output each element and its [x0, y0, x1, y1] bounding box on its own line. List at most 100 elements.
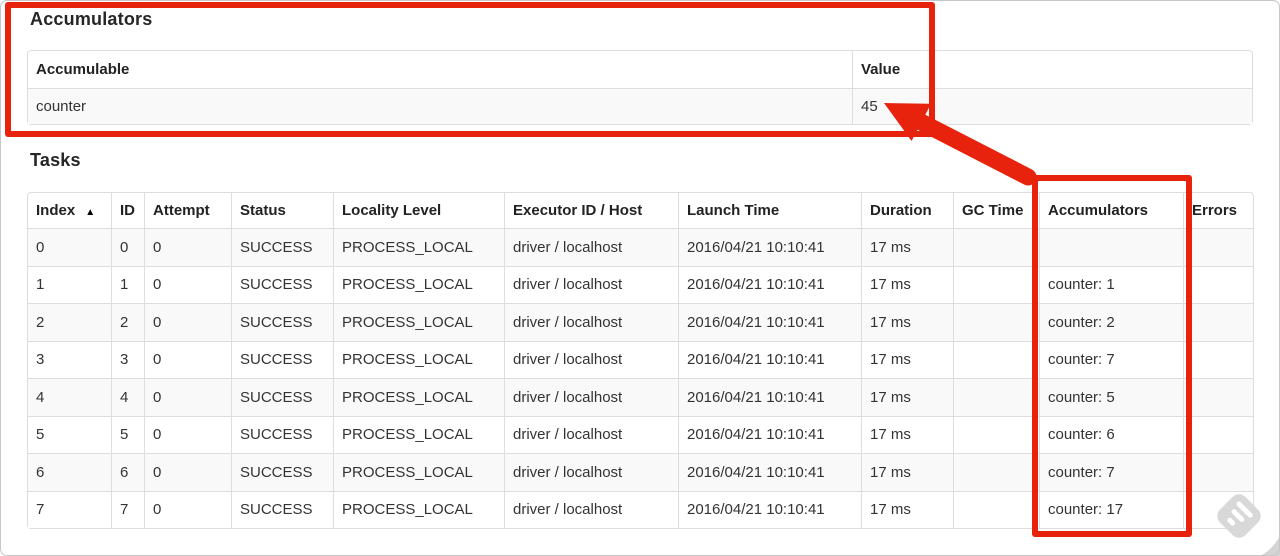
cell-launch-time: 2016/04/21 10:10:41 — [678, 415, 861, 453]
cell-accumulators: counter: 2 — [1039, 303, 1183, 341]
cell-accumulable-value: 45 — [852, 88, 1252, 124]
cell-errors — [1183, 340, 1253, 378]
cell-index: 0 — [28, 228, 111, 266]
cell-executor-id-host: driver / localhost — [504, 340, 678, 378]
cell-id: 0 — [111, 228, 144, 266]
cell-attempt: 0 — [144, 303, 231, 341]
cell-accumulators: counter: 7 — [1039, 453, 1183, 491]
cell-duration: 17 ms — [861, 265, 953, 303]
column-header-accumulable[interactable]: Accumulable — [28, 51, 852, 88]
cell-duration: 17 ms — [861, 415, 953, 453]
cell-errors — [1183, 265, 1253, 303]
cell-errors — [1183, 415, 1253, 453]
cell-launch-time: 2016/04/21 10:10:41 — [678, 228, 861, 266]
cell-errors — [1183, 490, 1253, 528]
column-header-id[interactable]: ID — [111, 193, 144, 228]
table-row: 4 4 0 SUCCESS PROCESS_LOCAL driver / loc… — [28, 378, 1253, 416]
cell-executor-id-host: driver / localhost — [504, 303, 678, 341]
cell-duration: 17 ms — [861, 490, 953, 528]
cell-attempt: 0 — [144, 415, 231, 453]
cell-accumulators: counter: 6 — [1039, 415, 1183, 453]
cell-gc-time — [953, 490, 1039, 528]
cell-gc-time — [953, 340, 1039, 378]
cell-gc-time — [953, 378, 1039, 416]
column-header-locality-level[interactable]: Locality Level — [333, 193, 504, 228]
cell-index: 4 — [28, 378, 111, 416]
cell-status: SUCCESS — [231, 228, 333, 266]
accumulable-table-header-row: Accumulable Value — [28, 51, 1252, 88]
cell-status: SUCCESS — [231, 303, 333, 341]
cell-launch-time: 2016/04/21 10:10:41 — [678, 265, 861, 303]
tasks-table-header-row: Index ▲ ID Attempt Status Locality Level … — [28, 193, 1253, 228]
cell-locality-level: PROCESS_LOCAL — [333, 303, 504, 341]
cell-id: 7 — [111, 490, 144, 528]
accumulable-table: Accumulable Value counter 45 — [27, 50, 1253, 125]
cell-errors — [1183, 303, 1253, 341]
cell-locality-level: PROCESS_LOCAL — [333, 415, 504, 453]
cell-executor-id-host: driver / localhost — [504, 453, 678, 491]
column-header-value[interactable]: Value — [852, 51, 1252, 88]
column-header-errors[interactable]: Errors — [1183, 193, 1253, 228]
cell-index: 5 — [28, 415, 111, 454]
cell-locality-level: PROCESS_LOCAL — [333, 340, 504, 378]
column-header-index[interactable]: Index ▲ — [28, 193, 111, 228]
cell-attempt: 0 — [144, 228, 231, 266]
cell-executor-id-host: driver / localhost — [504, 265, 678, 303]
cell-id: 2 — [111, 303, 144, 341]
cell-gc-time — [953, 265, 1039, 303]
table-row: 1 1 0 SUCCESS PROCESS_LOCAL driver / loc… — [28, 265, 1253, 304]
cell-launch-time: 2016/04/21 10:10:41 — [678, 303, 861, 341]
table-row: 3 3 0 SUCCESS PROCESS_LOCAL driver / loc… — [28, 340, 1253, 379]
cell-locality-level: PROCESS_LOCAL — [333, 228, 504, 266]
cell-attempt: 0 — [144, 378, 231, 416]
corner-watermark-fragment-icon — [1260, 536, 1280, 556]
cell-id: 5 — [111, 415, 144, 453]
cell-attempt: 0 — [144, 265, 231, 303]
cell-id: 3 — [111, 340, 144, 378]
cell-accumulators: counter: 1 — [1039, 265, 1183, 303]
cell-attempt: 0 — [144, 453, 231, 491]
cell-accumulators: counter: 17 — [1039, 490, 1183, 528]
table-row: 0 0 0 SUCCESS PROCESS_LOCAL driver / loc… — [28, 228, 1253, 266]
cell-launch-time: 2016/04/21 10:10:41 — [678, 490, 861, 528]
cell-accumulators: counter: 7 — [1039, 340, 1183, 378]
column-header-accumulators[interactable]: Accumulators — [1039, 193, 1183, 228]
cell-attempt: 0 — [144, 340, 231, 378]
cell-index: 7 — [28, 490, 111, 529]
cell-index: 3 — [28, 340, 111, 379]
cell-index: 6 — [28, 453, 111, 491]
cell-status: SUCCESS — [231, 453, 333, 491]
cell-launch-time: 2016/04/21 10:10:41 — [678, 340, 861, 378]
column-header-attempt[interactable]: Attempt — [144, 193, 231, 228]
column-header-executor-id-host[interactable]: Executor ID / Host — [504, 193, 678, 228]
column-header-duration[interactable]: Duration — [861, 193, 953, 228]
column-header-status[interactable]: Status — [231, 193, 333, 228]
tasks-table: Index ▲ ID Attempt Status Locality Level … — [27, 192, 1254, 529]
cell-index: 1 — [28, 265, 111, 304]
cell-gc-time — [953, 453, 1039, 491]
cell-index: 2 — [28, 303, 111, 341]
cell-executor-id-host: driver / localhost — [504, 378, 678, 416]
cell-id: 6 — [111, 453, 144, 491]
cell-launch-time: 2016/04/21 10:10:41 — [678, 453, 861, 491]
tasks-section-title: Tasks — [30, 150, 81, 170]
cell-errors — [1183, 228, 1253, 266]
cell-accumulators: counter: 5 — [1039, 378, 1183, 416]
cell-locality-level: PROCESS_LOCAL — [333, 378, 504, 416]
cell-executor-id-host: driver / localhost — [504, 490, 678, 528]
cell-id: 1 — [111, 265, 144, 303]
table-row: 5 5 0 SUCCESS PROCESS_LOCAL driver / loc… — [28, 415, 1253, 454]
cell-status: SUCCESS — [231, 490, 333, 528]
column-header-gc-time[interactable]: GC Time — [953, 193, 1039, 228]
column-header-launch-time[interactable]: Launch Time — [678, 193, 861, 228]
accumulators-section-title: Accumulators — [30, 9, 153, 29]
table-row: counter 45 — [28, 88, 1252, 124]
cell-gc-time — [953, 303, 1039, 341]
cell-status: SUCCESS — [231, 340, 333, 378]
column-header-index-label: Index — [36, 202, 76, 219]
cell-status: SUCCESS — [231, 415, 333, 453]
cell-gc-time — [953, 415, 1039, 453]
cell-duration: 17 ms — [861, 303, 953, 341]
cell-duration: 17 ms — [861, 453, 953, 491]
cell-id: 4 — [111, 378, 144, 416]
